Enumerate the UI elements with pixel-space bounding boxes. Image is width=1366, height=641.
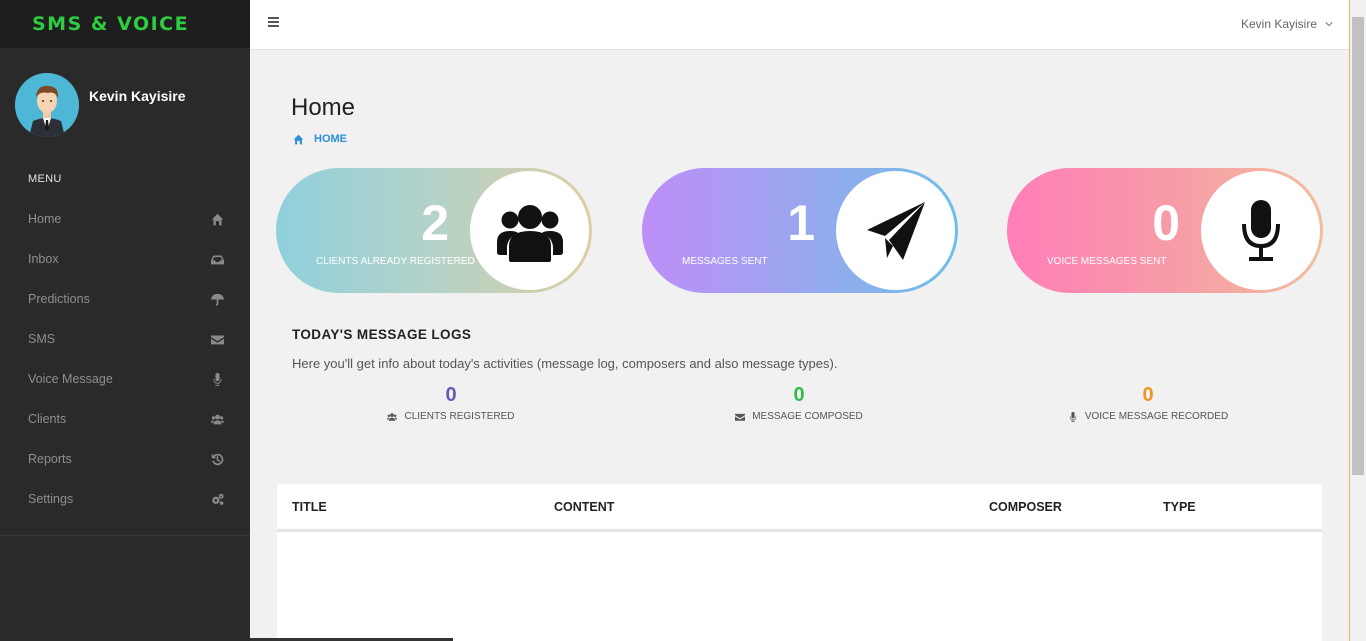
table-header: TITLE CONTENT COMPOSER TYPE [277, 484, 1322, 532]
profile-name: Kevin Kayisire [89, 88, 186, 104]
breadcrumb[interactable]: HOME [293, 133, 347, 145]
inbox-icon [211, 254, 224, 264]
sidebar-item-label: Reports [28, 452, 72, 466]
stat-value: 1 [787, 195, 815, 251]
avatar-illustration [15, 73, 79, 137]
paper-plane-icon [866, 201, 925, 260]
stat-card-voice: 0 VOICE MESSAGES SENT [1007, 168, 1323, 293]
log-stat-label-row: MESSAGE COMPOSED [649, 411, 949, 422]
user-menu-name: Kevin Kayisire [1240, 17, 1317, 31]
sidebar-item-label: Settings [28, 492, 74, 506]
sidebar-item-label: Home [28, 212, 62, 226]
log-stat-value: 0 [1142, 384, 1154, 406]
stat-value: 2 [421, 195, 449, 251]
users-icon [211, 414, 224, 424]
microphone-icon [1241, 199, 1280, 261]
log-stat-label-row: VOICE MESSAGE RECORDED [998, 411, 1298, 422]
users-icon [387, 412, 398, 421]
chevron-down-icon [1325, 22, 1333, 27]
log-stat-voice: 0 VOICE MESSAGE RECORDED [998, 384, 1298, 422]
sidebar-item-label: SMS [28, 332, 56, 346]
microphone-icon [213, 372, 222, 386]
home-icon [211, 213, 224, 225]
sidebar-item-label: Clients [28, 412, 67, 426]
log-stat-value: 0 [793, 384, 805, 406]
user-menu-dropdown[interactable]: Kevin Kayisire [1241, 17, 1333, 31]
stat-label: VOICE MESSAGES SENT [1047, 256, 1167, 267]
stat-value: 0 [1152, 195, 1180, 251]
logs-description: Here you'll get info about today's activ… [292, 356, 838, 371]
sidebar-item-label: Inbox [28, 252, 59, 266]
envelope-icon [211, 334, 224, 344]
avatar [15, 73, 79, 137]
menu-toggle-icon[interactable] [268, 17, 279, 29]
stat-card-clients: 2 CLIENTS ALREADY REGISTERED [276, 168, 592, 293]
log-stat-label-row: CLIENTS REGISTERED [301, 411, 601, 422]
sidebar: SMS & VOICE Kevin Kayisire MENU Home Inb… [0, 0, 250, 641]
sidebar-item-home[interactable]: Home [0, 199, 250, 239]
sidebar-item-sms[interactable]: SMS [0, 319, 250, 359]
sidebar-item-clients[interactable]: Clients [0, 399, 250, 439]
stat-icon-circle [470, 171, 589, 290]
breadcrumb-home[interactable]: HOME [314, 133, 347, 145]
column-content[interactable]: CONTENT [554, 500, 614, 514]
logs-title: TODAY'S MESSAGE LOGS [292, 327, 472, 342]
sidebar-item-inbox[interactable]: Inbox [0, 239, 250, 279]
sidebar-item-label: Voice Message [28, 372, 113, 386]
topbar: Kevin Kayisire [250, 0, 1349, 50]
stat-card-messages: 1 MESSAGES SENT [642, 168, 958, 293]
gears-icon [212, 493, 224, 505]
page-title: Home [291, 94, 356, 121]
log-stat-label: VOICE MESSAGE RECORDED [1084, 411, 1229, 422]
column-title[interactable]: TITLE [292, 500, 327, 514]
envelope-icon [735, 413, 746, 421]
log-stat-messages: 0 MESSAGE COMPOSED [649, 384, 949, 422]
brand-title[interactable]: SMS & VOICE [32, 13, 189, 35]
log-stat-label: MESSAGE COMPOSED [752, 411, 863, 422]
log-stat-label: CLIENTS REGISTERED [404, 411, 515, 422]
home-icon [293, 134, 304, 144]
scrollbar-thumb[interactable] [1352, 17, 1364, 475]
sidebar-item-predictions[interactable]: Predictions [0, 279, 250, 319]
microphone-icon [1069, 411, 1076, 422]
users-icon [496, 204, 563, 262]
stat-icon-circle [836, 171, 955, 290]
message-log-table: TITLE CONTENT COMPOSER TYPE [277, 484, 1322, 641]
stat-label: MESSAGES SENT [682, 256, 768, 267]
sidebar-divider [0, 535, 250, 536]
sidebar-item-label: Predictions [28, 292, 90, 306]
brand-bar: SMS & VOICE [0, 0, 250, 48]
profile-panel: Kevin Kayisire [0, 48, 250, 140]
column-composer[interactable]: COMPOSER [989, 500, 1062, 514]
sidebar-item-settings[interactable]: Settings [0, 479, 250, 519]
history-icon [211, 453, 224, 465]
column-type[interactable]: TYPE [1163, 500, 1196, 514]
stat-icon-circle [1201, 171, 1320, 290]
umbrella-icon [211, 293, 224, 305]
stat-label: CLIENTS ALREADY REGISTERED [316, 256, 475, 267]
vertical-scrollbar[interactable] [1349, 0, 1366, 641]
sidebar-menu: Home Inbox Predictions SMS Voice Message… [0, 199, 250, 519]
sidebar-item-voice-message[interactable]: Voice Message [0, 359, 250, 399]
menu-heading: MENU [28, 173, 62, 185]
log-stat-clients: 0 CLIENTS REGISTERED [301, 384, 601, 422]
sidebar-item-reports[interactable]: Reports [0, 439, 250, 479]
log-stat-value: 0 [445, 384, 457, 406]
